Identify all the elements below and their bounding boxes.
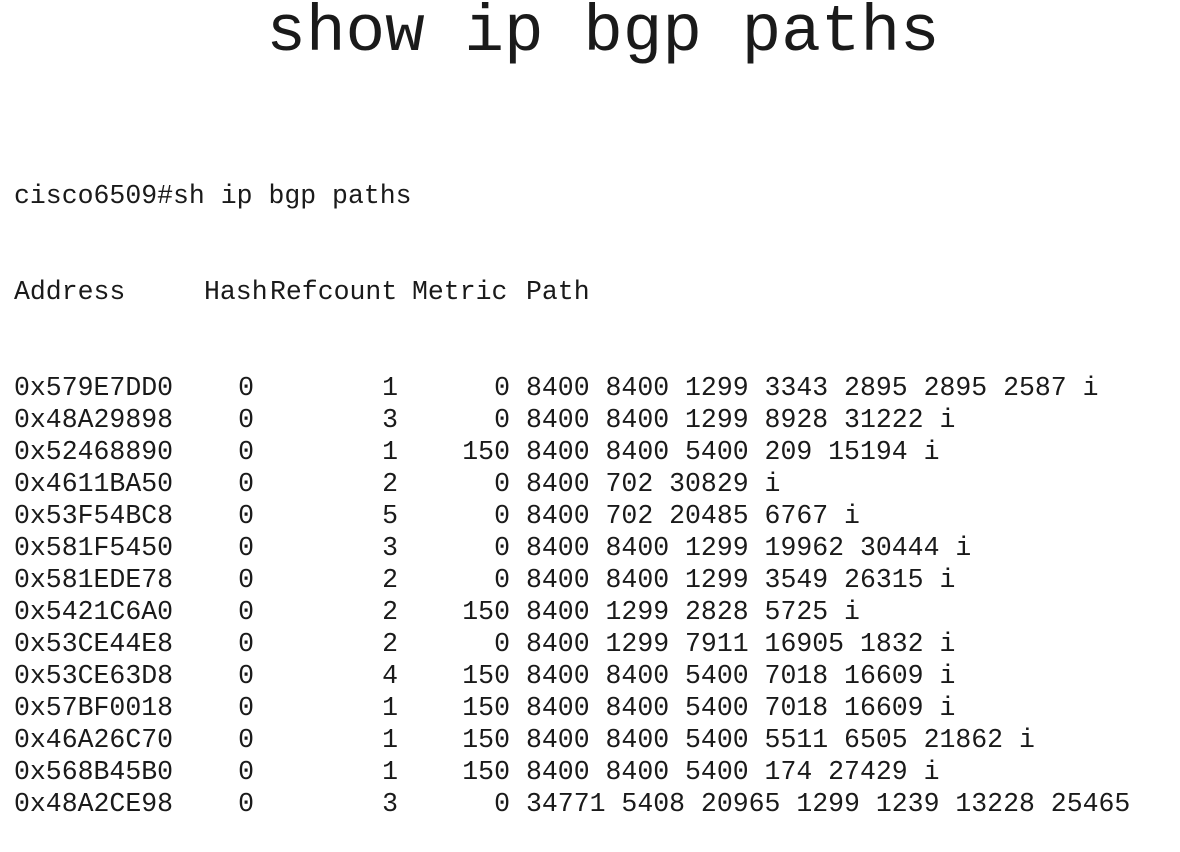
cell-path: 8400 8400 1299 19962 30444 i <box>526 533 972 563</box>
cell-metric: 150 <box>462 725 510 755</box>
cell-address: 0x53CE44E8 <box>14 629 174 659</box>
cell-path: 8400 8400 5400 174 27429 i <box>526 757 940 787</box>
table-row: 0x52468890 0 1 150 8400 8400 5400 209 15194 … <box>14 436 1130 468</box>
command-prompt: cisco6509#sh ip bgp paths <box>14 181 412 211</box>
cell-refcount: 2 <box>382 597 398 627</box>
cell-hash: 0 <box>238 405 254 435</box>
cell-hash: 0 <box>238 789 254 819</box>
cell-path: 8400 8400 5400 209 15194 i <box>526 437 940 467</box>
cell-hash: 0 <box>238 533 254 563</box>
cell-refcount: 3 <box>382 789 398 819</box>
table-row: 0x5421C6A0 0 2 150 8400 1299 2828 5725 i <box>14 596 1130 628</box>
table-row: 0x581EDE78 0 2 0 8400 8400 1299 3549 26315 i <box>14 564 1130 596</box>
cell-hash: 0 <box>238 725 254 755</box>
table-row: 0x57BF0018 0 1 150 8400 8400 5400 7018 16609… <box>14 692 1130 724</box>
cell-metric: 0 <box>494 789 510 819</box>
cell-address: 0x57BF0018 <box>14 693 174 723</box>
cell-hash: 0 <box>238 757 254 787</box>
cell-path: 8400 1299 2828 5725 i <box>526 597 860 627</box>
cell-hash: 0 <box>238 661 254 691</box>
table-row: 0x48A2CE98 0 3 0 34771 5408 20965 1299 1239 … <box>14 788 1130 820</box>
table-row: 0x48A29898 0 3 0 8400 8400 1299 8928 31222 i <box>14 404 1130 436</box>
cell-address: 0x579E7DD0 <box>14 373 174 403</box>
table-row: 0x53CE63D8 0 4 150 8400 8400 5400 7018 16609… <box>14 660 1130 692</box>
cell-address: 0x52468890 <box>14 437 174 467</box>
table-row: 0x53CE44E8 0 2 0 8400 1299 7911 16905 1832 i <box>14 628 1130 660</box>
cell-metric: 0 <box>494 565 510 595</box>
table-header: Address HashRefcount Metric Path <box>14 276 1130 308</box>
terminal-output: cisco6509#sh ip bgp paths Address HashRef… <box>14 116 1130 852</box>
cell-metric: 150 <box>462 757 510 787</box>
cell-metric: 0 <box>494 533 510 563</box>
cell-refcount: 3 <box>382 533 398 563</box>
cell-metric: 150 <box>462 693 510 723</box>
cell-hash: 0 <box>238 437 254 467</box>
cell-path: 8400 8400 5400 5511 6505 21862 i <box>526 725 1035 755</box>
cell-hash: 0 <box>238 629 254 659</box>
cell-metric: 150 <box>462 597 510 627</box>
cell-hash: 0 <box>238 693 254 723</box>
header-hash: Hash <box>204 277 268 307</box>
table-row: 0x53F54BC8 0 5 0 8400 702 20485 6767 i <box>14 500 1130 532</box>
header-path: Path <box>526 277 590 307</box>
cell-path: 8400 8400 5400 7018 16609 i <box>526 661 956 691</box>
table-row: 0x581F5450 0 3 0 8400 8400 1299 19962 30444 … <box>14 532 1130 564</box>
cell-refcount: 1 <box>382 757 398 787</box>
cell-path: 8400 8400 5400 7018 16609 i <box>526 693 956 723</box>
cell-hash: 0 <box>238 565 254 595</box>
cell-hash: 0 <box>238 373 254 403</box>
cell-path: 8400 702 20485 6767 i <box>526 501 860 531</box>
table-row: 0x46A26C70 0 1 150 8400 8400 5400 5511 6505 … <box>14 724 1130 756</box>
cell-path: 8400 1299 7911 16905 1832 i <box>526 629 956 659</box>
cell-refcount: 2 <box>382 629 398 659</box>
cell-refcount: 2 <box>382 469 398 499</box>
cell-hash: 0 <box>238 597 254 627</box>
header-address: Address <box>14 277 126 307</box>
cell-metric: 0 <box>494 373 510 403</box>
header-metric: Metric <box>412 277 508 307</box>
cell-refcount: 4 <box>382 661 398 691</box>
cell-refcount: 1 <box>382 693 398 723</box>
cell-address: 0x53F54BC8 <box>14 501 174 531</box>
cell-refcount: 1 <box>382 373 398 403</box>
cell-metric: 0 <box>494 469 510 499</box>
cell-hash: 0 <box>238 469 254 499</box>
cell-address: 0x5421C6A0 <box>14 597 174 627</box>
table-body: 0x579E7DD0 0 1 0 8400 8400 1299 3343 2895 28… <box>14 372 1130 820</box>
cell-address: 0x4611BA50 <box>14 469 174 499</box>
table-row: 0x4611BA50 0 2 0 8400 702 30829 i <box>14 468 1130 500</box>
cell-refcount: 2 <box>382 565 398 595</box>
cell-address: 0x48A29898 <box>14 405 174 435</box>
slide-title: show ip bgp paths <box>266 0 940 70</box>
cell-metric: 0 <box>494 629 510 659</box>
cell-refcount: 5 <box>382 501 398 531</box>
cell-metric: 150 <box>462 437 510 467</box>
cell-path: 34771 5408 20965 1299 1239 13228 25465 <box>526 789 1131 819</box>
cell-address: 0x568B45B0 <box>14 757 174 787</box>
cell-metric: 0 <box>494 405 510 435</box>
cell-address: 0x581F5450 <box>14 533 174 563</box>
cell-hash: 0 <box>238 501 254 531</box>
cell-path: 8400 8400 1299 3549 26315 i <box>526 565 956 595</box>
cell-address: 0x46A26C70 <box>14 725 174 755</box>
cell-path: 8400 8400 1299 8928 31222 i <box>526 405 956 435</box>
cell-refcount: 1 <box>382 725 398 755</box>
cell-refcount: 1 <box>382 437 398 467</box>
table-row: 0x579E7DD0 0 1 0 8400 8400 1299 3343 2895 28… <box>14 372 1130 404</box>
cell-metric: 150 <box>462 661 510 691</box>
cell-address: 0x53CE63D8 <box>14 661 174 691</box>
cell-path: 8400 702 30829 i <box>526 469 781 499</box>
cell-address: 0x581EDE78 <box>14 565 174 595</box>
cell-metric: 0 <box>494 501 510 531</box>
cell-refcount: 3 <box>382 405 398 435</box>
header-refcount: Refcount <box>270 277 398 307</box>
table-row: 0x568B45B0 0 1 150 8400 8400 5400 174 27429 … <box>14 756 1130 788</box>
cell-path: 8400 8400 1299 3343 2895 2895 2587 i <box>526 373 1099 403</box>
cell-address: 0x48A2CE98 <box>14 789 174 819</box>
